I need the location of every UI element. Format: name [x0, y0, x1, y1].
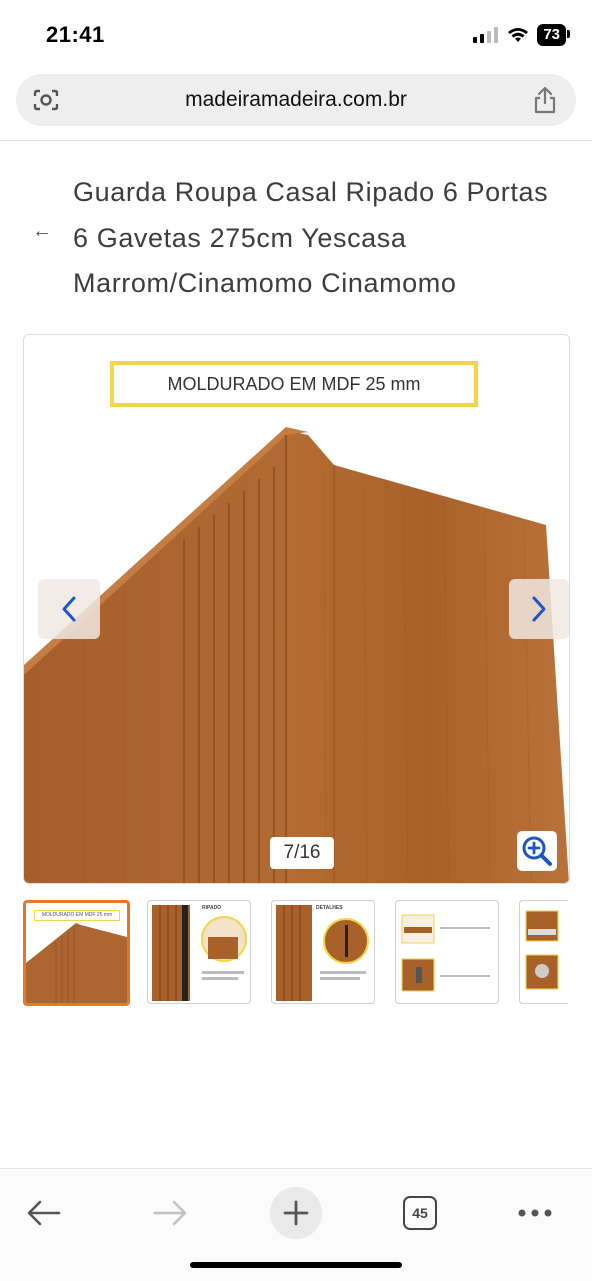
back-arrow-icon[interactable]: ← [32, 220, 52, 243]
thumbnail-image [525, 910, 559, 990]
thumbnail-5[interactable] [519, 900, 568, 1004]
header-divider [0, 140, 592, 141]
status-icons: 73 [473, 24, 570, 46]
plus-icon [283, 1200, 309, 1226]
zoom-button[interactable] [517, 831, 557, 871]
previous-image-button[interactable] [38, 579, 100, 639]
browser-forward-button[interactable] [140, 1183, 200, 1243]
thumbnail-strip[interactable]: MOLDURADO EM MDF 25 mm RIPADO DETALHES [23, 900, 568, 1006]
next-image-button[interactable] [509, 579, 569, 639]
thumbnail-image [276, 905, 369, 1001]
tab-count: 45 [403, 1196, 437, 1230]
thumbnail-caption: RIPADO [202, 905, 222, 911]
home-indicator [190, 1262, 402, 1268]
address-bar[interactable]: madeiramadeira.com.br [16, 74, 576, 126]
browser-back-button[interactable] [14, 1183, 74, 1243]
chevron-right-icon [532, 596, 546, 622]
url-text: madeiramadeira.com.br [185, 88, 407, 111]
thumbnail-caption: DETALHES [316, 905, 343, 911]
chevron-left-icon [62, 596, 76, 622]
share-icon[interactable] [532, 86, 558, 114]
thumbnail-image [152, 905, 247, 1001]
clock: 21:41 [46, 22, 105, 47]
wardrobe-photo [24, 427, 569, 883]
wifi-icon [508, 28, 529, 42]
arrow-right-icon [153, 1200, 187, 1226]
image-banner-label: MOLDURADO EM MDF 25 mm [110, 361, 478, 407]
thumbnail-3[interactable]: DETALHES [271, 900, 375, 1004]
tab-switcher-button[interactable]: 45 [390, 1183, 450, 1243]
product-title: Guarda Roupa Casal Ripado 6 Portas 6 Gav… [73, 177, 549, 298]
thumbnail-4[interactable] [395, 900, 499, 1004]
arrow-left-icon [27, 1200, 61, 1226]
image-counter: 7/16 [270, 837, 334, 869]
thumbnail-2[interactable]: RIPADO [147, 900, 251, 1004]
more-dots-icon [518, 1209, 552, 1217]
new-tab-circle [270, 1187, 322, 1239]
new-tab-button[interactable] [266, 1183, 326, 1243]
product-image-gallery[interactable]: MOLDURADO EM MDF 25 mm 7/16 [23, 334, 570, 884]
battery-indicator: 73 [537, 24, 570, 46]
thumbnail-image [401, 914, 490, 992]
more-options-button[interactable] [505, 1183, 565, 1243]
thumbnail-1[interactable]: MOLDURADO EM MDF 25 mm [23, 900, 130, 1006]
cellular-signal-icon [473, 27, 499, 43]
status-bar: 21:41 73 [0, 0, 592, 70]
zoom-in-icon [522, 836, 552, 866]
thumbnail-image [26, 923, 127, 1003]
